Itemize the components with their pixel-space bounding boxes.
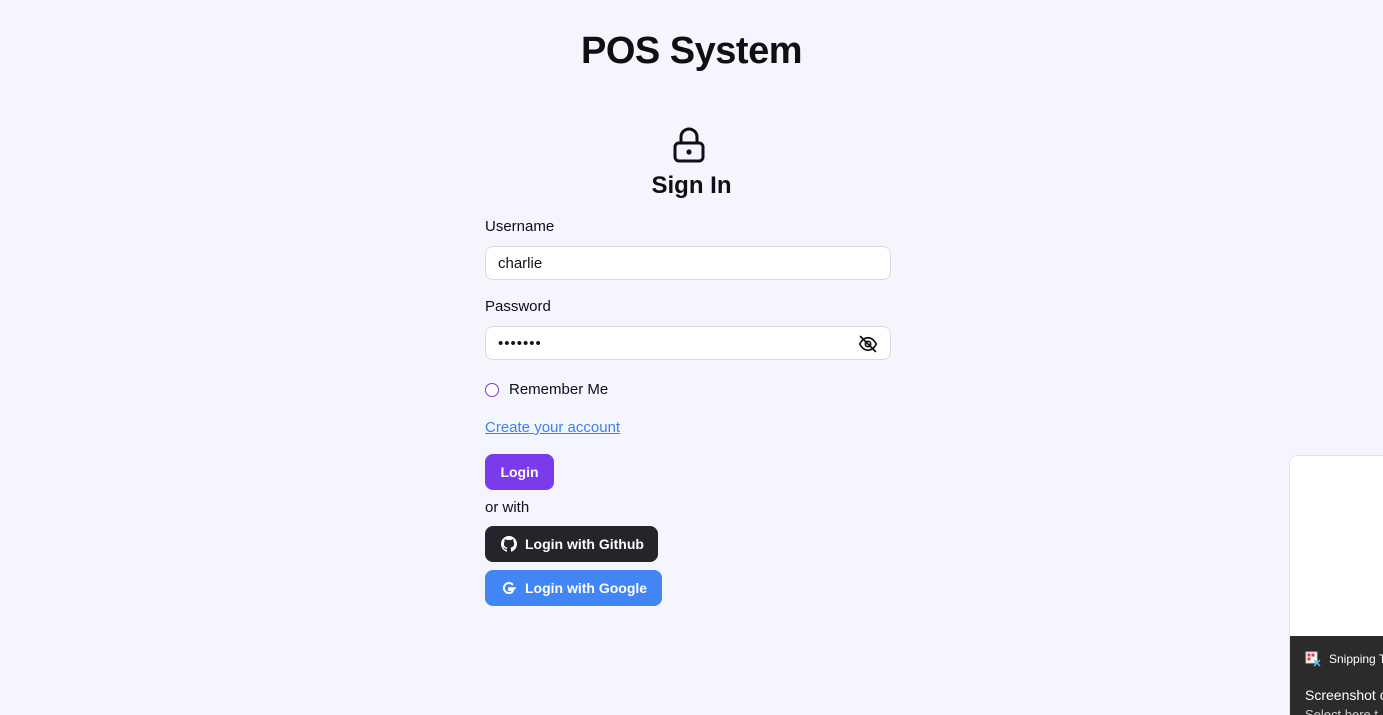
- lock-icon: [673, 127, 705, 163]
- snipping-tool-notification[interactable]: Snipping T Screenshot c Select here t: [1289, 455, 1383, 715]
- username-label: Username: [485, 218, 555, 235]
- username-field-box[interactable]: [485, 246, 891, 280]
- login-button[interactable]: Login: [485, 454, 554, 490]
- username-input[interactable]: [498, 247, 848, 279]
- notification-app-name: Snipping T: [1329, 652, 1383, 666]
- password-label: Password: [485, 298, 551, 315]
- remember-me-label: Remember Me: [509, 381, 609, 398]
- login-google-label: Login with Google: [525, 580, 648, 596]
- create-account-link[interactable]: Create your account: [485, 419, 620, 437]
- github-icon: [501, 536, 517, 552]
- notification-bar[interactable]: Snipping T Screenshot c Select here t: [1290, 636, 1383, 715]
- login-github-label: Login with Github: [525, 536, 644, 552]
- google-icon: [503, 582, 516, 595]
- password-input[interactable]: [498, 327, 848, 359]
- remember-me[interactable]: Remember Me: [485, 381, 608, 399]
- page-title: POS System: [581, 30, 803, 72]
- snipping-tool-icon: [1305, 651, 1321, 667]
- signin-heading: Sign In: [651, 172, 732, 199]
- notification-message: Screenshot c: [1305, 687, 1383, 703]
- login-github-button[interactable]: Login with Github: [485, 526, 658, 562]
- login-button-label: Login: [500, 464, 539, 480]
- notification-subtext: Select here t: [1305, 707, 1378, 715]
- or-with-text: or with: [485, 499, 530, 516]
- remember-me-radio[interactable]: [485, 383, 499, 397]
- password-field-box[interactable]: [485, 326, 891, 360]
- eye-off-icon[interactable]: [858, 334, 878, 354]
- login-google-button[interactable]: Login with Google: [485, 570, 662, 606]
